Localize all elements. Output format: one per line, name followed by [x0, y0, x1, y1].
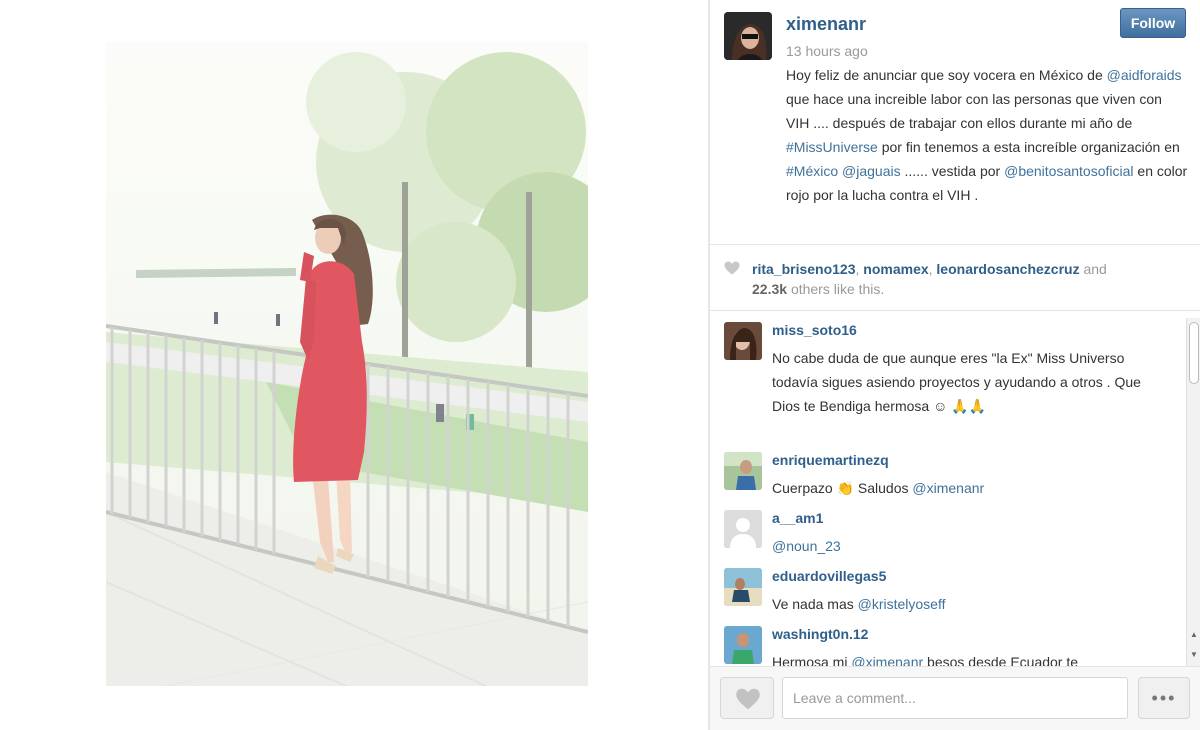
scrollbar-thumb[interactable]	[1189, 322, 1199, 384]
comment-username[interactable]: washingt0n.12	[772, 626, 868, 642]
text-segment: No cabe duda de que aunque eres "la Ex" …	[772, 350, 1141, 414]
post-photo-image	[106, 42, 588, 686]
text-segment: ...... vestida por	[900, 163, 1005, 179]
liker-link[interactable]: rita_briseno123	[752, 261, 856, 277]
scroll-up-arrow-icon[interactable]: ▲	[1190, 630, 1198, 639]
more-options-button[interactable]: •••	[1138, 677, 1190, 719]
comment-text: @noun_23	[772, 534, 1172, 558]
comments-scrollbar[interactable]: ▲ ▼	[1186, 318, 1200, 666]
liker-link[interactable]: nomamex	[863, 261, 928, 277]
comment-input[interactable]	[782, 677, 1128, 719]
text-segment: Hoy feliz de anunciar que soy vocera en …	[786, 67, 1107, 83]
heart-icon	[724, 261, 740, 275]
text-segment: Ve nada mas	[772, 596, 858, 612]
tag-link[interactable]: @ximenanr	[912, 480, 984, 496]
comment-text: Hermosa mi @ximenanr besos desde Ecuador…	[772, 650, 1172, 666]
photo-area	[0, 0, 708, 730]
text-segment: Cuerpazo 👏 Saludos	[772, 480, 913, 496]
likes-summary: rita_briseno123, nomamex, leonardosanche…	[710, 246, 1200, 310]
post-header: ximenanr 13 hours ago Follow Hoy feliz d…	[710, 0, 1200, 244]
likes-count[interactable]: 22.3k	[752, 281, 787, 297]
follow-button[interactable]: Follow	[1120, 8, 1186, 38]
comment-footer: •••	[710, 666, 1200, 730]
likes-and: and	[1083, 261, 1107, 277]
likes-suffix: others like this.	[790, 281, 885, 297]
comment-username[interactable]: a__am1	[772, 510, 823, 526]
tag-link[interactable]: @ximenanr	[851, 654, 923, 666]
text-segment: por fin tenemos a esta increíble organiz…	[877, 139, 1180, 155]
text-segment: besos desde Ecuador te	[923, 654, 1079, 666]
tag-link[interactable]: @kristelyoseff	[858, 596, 946, 612]
comment-username[interactable]: enriquemartinezq	[772, 452, 889, 468]
tag-link[interactable]: @benitosantosoficial	[1004, 163, 1133, 179]
text-segment: que hace una increible labor con las per…	[786, 91, 1162, 131]
comment-username[interactable]: eduardovillegas5	[772, 568, 886, 584]
owner-username[interactable]: ximenanr	[786, 14, 866, 35]
comment-username[interactable]: miss_soto16	[772, 322, 857, 338]
comments-list[interactable]: miss_soto16 No cabe duda de que aunque e…	[710, 312, 1186, 666]
heart-icon	[736, 688, 760, 710]
commenter-avatar[interactable]	[724, 452, 762, 490]
tag-link[interactable]: #MissUniverse	[786, 139, 878, 155]
separator	[710, 310, 1200, 311]
post-caption: Hoy feliz de anunciar que soy vocera en …	[786, 63, 1188, 207]
post-photo[interactable]	[106, 42, 588, 686]
comment-text: Cuerpazo 👏 Saludos @ximenanr	[772, 476, 1172, 500]
commenter-avatar[interactable]	[724, 322, 762, 360]
tag-link[interactable]: @aidforaids	[1107, 67, 1182, 83]
commenter-avatar[interactable]	[724, 510, 762, 548]
comment-text: No cabe duda de que aunque eres "la Ex" …	[772, 346, 1172, 418]
likes-text: rita_briseno123, nomamex, leonardosanche…	[752, 261, 1107, 297]
scroll-down-arrow-icon[interactable]: ▼	[1190, 650, 1198, 659]
owner-avatar[interactable]	[724, 12, 772, 60]
separator	[710, 244, 1200, 245]
tag-link[interactable]: @noun_23	[772, 538, 841, 554]
tag-link[interactable]: #México	[786, 163, 838, 179]
comment-text: Ve nada mas @kristelyoseff	[772, 592, 1172, 616]
tag-link[interactable]: @jaguais	[842, 163, 901, 179]
like-button[interactable]	[720, 677, 774, 719]
post-panel: ximenanr 13 hours ago Follow Hoy feliz d…	[710, 0, 1200, 730]
commenter-avatar[interactable]	[724, 626, 762, 664]
commenter-avatar[interactable]	[724, 568, 762, 606]
liker-link[interactable]: leonardosanchezcruz	[936, 261, 1079, 277]
text-segment: Hermosa mi	[772, 654, 852, 666]
post-timestamp[interactable]: 13 hours ago	[786, 43, 868, 59]
